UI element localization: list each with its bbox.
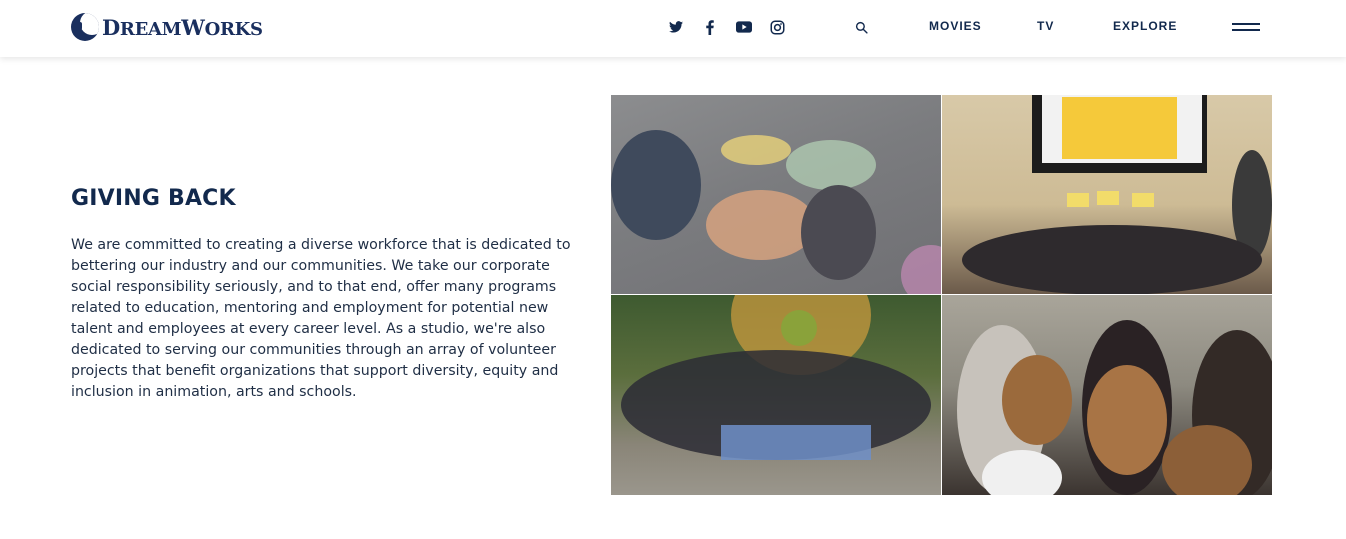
giving-back-photo-collage: [611, 95, 1272, 495]
nav-movies[interactable]: MOVIES: [929, 19, 982, 33]
hamburger-menu-icon[interactable]: [1232, 21, 1260, 33]
logo-wordmark: DREAMWORKS: [102, 14, 263, 40]
moon-boy-logo-icon: [71, 13, 99, 41]
section-body: We are committed to creating a diverse w…: [71, 237, 571, 400]
classroom-photo: [942, 95, 1272, 294]
chalk-art-photo: [611, 95, 941, 294]
twitter-icon[interactable]: [669, 17, 683, 37]
dreamworks-logo[interactable]: DREAMWORKS: [71, 12, 263, 42]
facebook-icon[interactable]: [706, 17, 714, 37]
site-header: DREAMWORKS MOVIES TV EXPLORE: [0, 0, 1346, 57]
nav-explore[interactable]: EXPLORE: [1113, 19, 1177, 33]
nav-tv[interactable]: TV: [1037, 19, 1054, 33]
teddy-bear-volunteers-photo: [942, 295, 1272, 495]
volunteer-group-photo: [611, 295, 941, 495]
youtube-icon[interactable]: [736, 17, 752, 37]
section-title: GIVING BACK: [71, 186, 236, 211]
search-icon[interactable]: [855, 17, 868, 37]
instagram-icon[interactable]: [770, 17, 785, 37]
